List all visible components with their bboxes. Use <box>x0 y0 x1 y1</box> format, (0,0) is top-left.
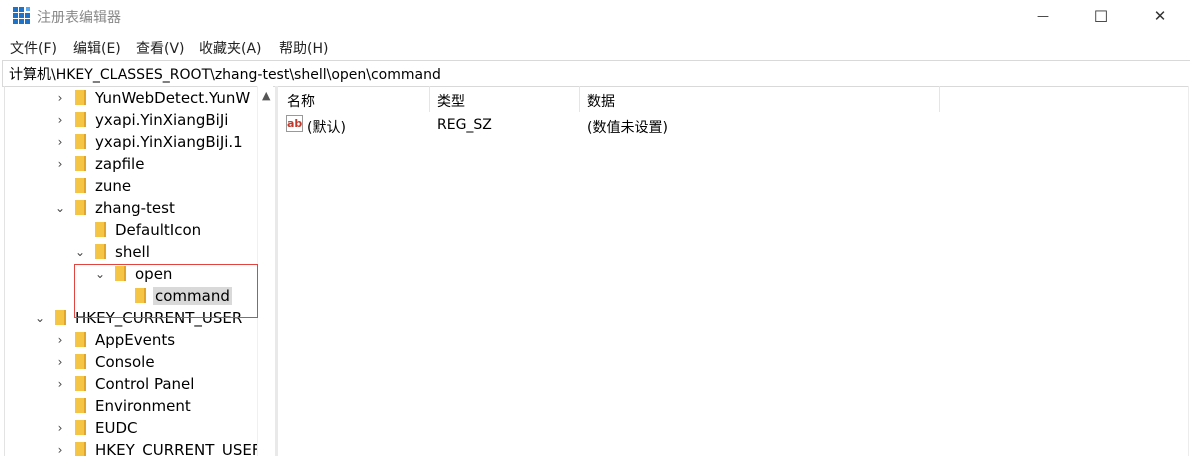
chevron-down-icon[interactable]: ⌄ <box>73 245 87 259</box>
value-type: REG_SZ <box>437 117 492 133</box>
tree-item[interactable]: Environment <box>5 395 265 417</box>
tree-item-label: YunWebDetect.YunW <box>95 89 251 107</box>
highlight-annotation-box <box>74 264 258 318</box>
tree-item[interactable]: › Control Panel <box>5 373 265 395</box>
tree-item-label: DefaultIcon <box>115 221 202 239</box>
chevron-right-icon[interactable]: › <box>53 333 67 347</box>
table-row[interactable]: ab (默认) REG_SZ (数值未设置) <box>279 114 1179 136</box>
right-scroll-edge <box>1188 86 1197 456</box>
menu-file[interactable]: 文件(F) <box>10 38 57 58</box>
chevron-right-icon[interactable]: › <box>53 377 67 391</box>
string-value-icon: ab <box>286 115 303 132</box>
tree-item[interactable]: › yxapi.YinXiangBiJi <box>5 109 265 131</box>
folder-icon <box>75 156 86 171</box>
folder-icon <box>75 200 86 215</box>
tree-item[interactable]: zune <box>5 175 265 197</box>
tree-item[interactable]: › Console <box>5 351 265 373</box>
folder-icon <box>95 244 106 259</box>
folder-icon <box>75 442 86 456</box>
window-title: 注册表编辑器 <box>37 10 121 26</box>
column-header-type[interactable]: 类型 <box>429 86 580 112</box>
folder-icon <box>75 376 86 391</box>
column-header-data[interactable]: 数据 <box>579 86 940 112</box>
scroll-up-arrow-icon[interactable]: ▲ <box>262 89 270 102</box>
folder-icon <box>75 420 86 435</box>
folder-icon <box>75 398 86 413</box>
values-list: 名称 类型 数据 ab (默认) REG_SZ (数值未设置) <box>279 86 1189 456</box>
menu-bar: 文件(F) 编辑(E) 查看(V) 收藏夹(A) 帮助(H) <box>0 35 1197 59</box>
folder-icon <box>75 178 86 193</box>
tree-item[interactable]: › AppEvents <box>5 329 265 351</box>
folder-icon <box>75 354 86 369</box>
minimize-button[interactable]: — <box>1020 0 1066 32</box>
value-name: (默认) <box>307 120 346 136</box>
tree-item[interactable]: › yxapi.YinXiangBiJi.1 <box>5 131 265 153</box>
chevron-down-icon[interactable]: ⌄ <box>33 311 47 325</box>
tree-item[interactable]: DefaultIcon <box>5 219 265 241</box>
address-path: 计算机\HKEY_CLASSES_ROOT\zhang-test\shell\o… <box>9 67 441 83</box>
tree-item-label: zhang-test <box>95 199 175 217</box>
tree-item-label: HKEY_CURRENT_USEF <box>95 441 261 456</box>
chevron-right-icon[interactable]: › <box>53 135 67 149</box>
tree-item-label: Environment <box>95 397 191 415</box>
tree-item-label: zapfile <box>95 155 145 173</box>
tree-item[interactable]: › EUDC <box>5 417 265 439</box>
tree-item-label: Console <box>95 353 155 371</box>
menu-view[interactable]: 查看(V) <box>136 38 185 58</box>
chevron-right-icon[interactable]: › <box>53 443 67 456</box>
menu-help[interactable]: 帮助(H) <box>279 38 328 58</box>
folder-icon <box>75 112 86 127</box>
title-bar: 注册表编辑器 — ☐ ✕ <box>0 0 1197 32</box>
chevron-right-icon[interactable]: › <box>53 355 67 369</box>
pane-splitter[interactable] <box>275 86 278 456</box>
folder-icon <box>75 134 86 149</box>
maximize-icon: ☐ <box>1093 6 1109 26</box>
folder-icon <box>75 332 86 347</box>
menu-edit[interactable]: 编辑(E) <box>73 38 121 58</box>
tree-item-label: Control Panel <box>95 375 195 393</box>
tree-item-label: yxapi.YinXiangBiJi <box>95 111 229 129</box>
menu-favorites[interactable]: 收藏夹(A) <box>199 38 262 58</box>
tree-item[interactable]: › HKEY_CURRENT_USEF <box>5 439 265 456</box>
chevron-right-icon[interactable]: › <box>53 421 67 435</box>
address-bar[interactable]: 计算机\HKEY_CLASSES_ROOT\zhang-test\shell\o… <box>2 60 1190 87</box>
folder-icon <box>75 90 86 105</box>
tree-item[interactable]: ⌄ shell <box>5 241 265 263</box>
tree-item[interactable]: ⌄ zhang-test <box>5 197 265 219</box>
chevron-down-icon[interactable]: ⌄ <box>53 201 67 215</box>
regedit-app-icon <box>13 7 30 24</box>
tree-item-label: yxapi.YinXiangBiJi.1 <box>95 133 243 151</box>
maximize-button[interactable]: ☐ <box>1078 0 1124 32</box>
folder-icon <box>95 222 106 237</box>
chevron-right-icon[interactable]: › <box>53 113 67 127</box>
value-data: (数值未设置) <box>587 120 668 136</box>
column-header-name[interactable]: 名称 <box>279 86 430 112</box>
chevron-right-icon[interactable]: › <box>53 157 67 171</box>
tree-scrollbar[interactable]: ▲ <box>257 86 273 456</box>
chevron-right-icon[interactable]: › <box>53 91 67 105</box>
tree-item-label: shell <box>115 243 150 261</box>
tree-item-label: AppEvents <box>95 331 176 349</box>
tree-item-label: EUDC <box>95 419 138 437</box>
tree-item-label: zune <box>95 177 132 195</box>
close-icon: ✕ <box>1153 7 1167 25</box>
tree-item[interactable]: › YunWebDetect.YunW <box>5 87 265 109</box>
folder-icon <box>55 310 66 325</box>
minimize-icon: — <box>1037 9 1049 23</box>
close-button[interactable]: ✕ <box>1137 0 1183 32</box>
tree-item[interactable]: › zapfile <box>5 153 265 175</box>
